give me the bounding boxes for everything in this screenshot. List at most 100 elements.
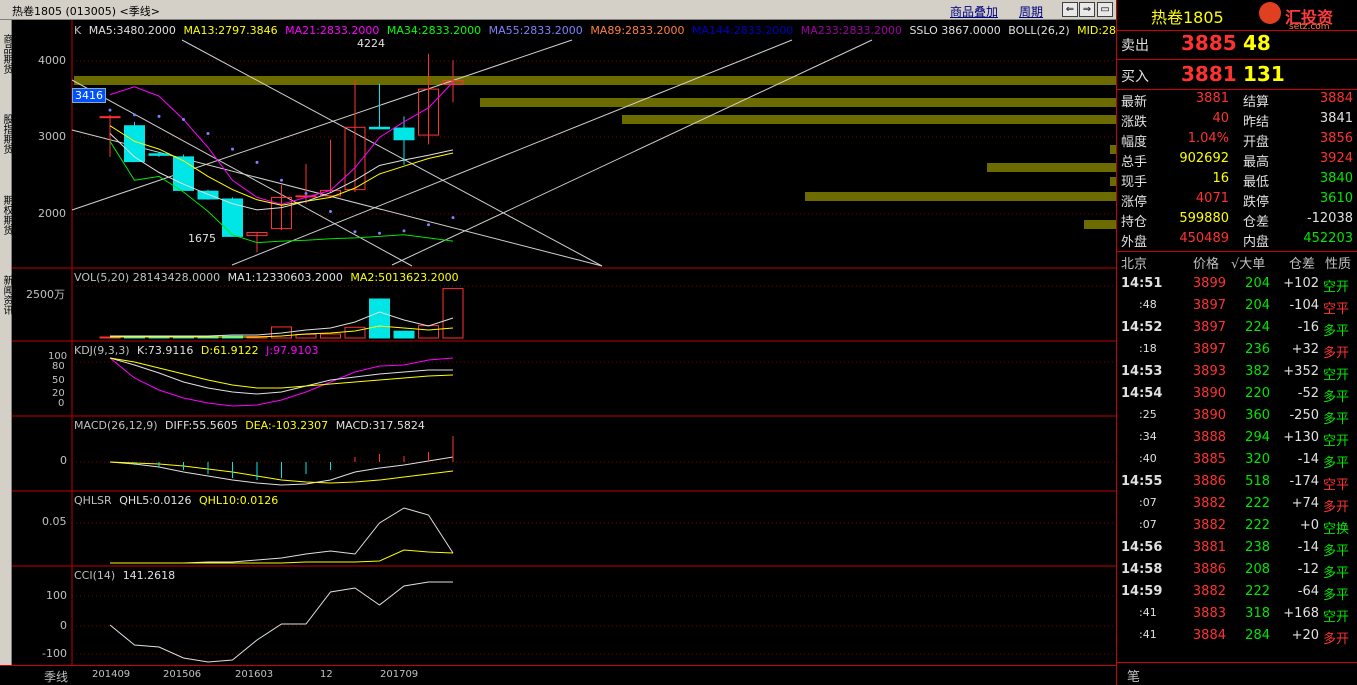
tick-volume: 238 (1245, 540, 1270, 555)
x-tick: 12 (320, 669, 333, 680)
tick-nature: 多开 (1323, 500, 1350, 515)
tick-nature: 多平 (1323, 566, 1350, 581)
tick-price: 3885 (1192, 452, 1226, 467)
x-tick: 201709 (380, 669, 419, 680)
tick-time: :34 (1139, 430, 1157, 443)
tick-col-time: 北京 (1121, 257, 1148, 272)
qhlsr-label: QHLSR (74, 494, 112, 507)
window-icon[interactable]: ▭ (1097, 2, 1113, 17)
volume-bar (393, 330, 415, 339)
legend-ma144: MA144:2833.2000 (692, 24, 794, 37)
qhlsr-legend: QHLSR QHL5:0.0126 QHL10:0.0126 (74, 494, 282, 507)
tab-commodity-futures[interactable]: 商品期货 (0, 24, 12, 84)
legend-ma13: MA13:2797.3846 (183, 24, 278, 37)
kdj-j-line (109, 357, 454, 407)
qhlsr-q10: QHL10:0.0126 (198, 494, 279, 507)
tick-price: 3882 (1192, 584, 1226, 599)
stat-value: 3924 (1319, 151, 1353, 166)
tick-oi-change: +352 (1283, 364, 1319, 379)
tab-news[interactable]: 新闻资讯 (0, 260, 12, 330)
candle-body (148, 153, 170, 156)
trend-line (71, 129, 603, 267)
footer-label[interactable]: 笔 (1127, 666, 1140, 685)
chart-area[interactable]: K MA5:3480.2000 MA13:2797.3846 MA21:2833… (12, 20, 1130, 665)
cci-tick-0: 0 (60, 619, 67, 632)
legend-ma21: MA21:2833.2000 (285, 24, 380, 37)
qhlsr-q10-line (110, 549, 454, 564)
stat-label: 涨跌 (1121, 115, 1148, 130)
candle-body (222, 198, 243, 237)
macd-label: MACD(26,12,9) (74, 419, 158, 432)
legend-boll: BOLL(26,2) (1008, 24, 1070, 37)
tick-volume: 318 (1245, 606, 1270, 621)
tick-oi-change: -250 (1289, 408, 1319, 423)
tab-options-futures[interactable]: 期权期货 (0, 180, 12, 250)
legend-k: K (74, 24, 82, 37)
x-axis-label[interactable]: 季线 (44, 668, 68, 685)
indicator-lines (109, 311, 454, 663)
stat-value: 16 (1212, 171, 1229, 186)
stat-value: 1.04% (1187, 131, 1229, 146)
kdj-label: KDJ(9,3,3) (74, 344, 130, 357)
legend-ma5: MA5:3480.2000 (88, 24, 176, 37)
stat-value: -12038 (1306, 211, 1353, 226)
stat-label: 最低 (1243, 175, 1270, 190)
tick-oi-change: -12 (1297, 562, 1319, 577)
sar-dot (451, 216, 455, 220)
sar-dot (329, 209, 332, 213)
tick-time: :48 (1139, 298, 1157, 311)
tick-nature: 空平 (1323, 478, 1350, 493)
stat-value: 3884 (1319, 91, 1353, 106)
tick-time: 14:56 (1121, 540, 1163, 555)
kdj-tick-80: 80 (52, 361, 65, 372)
main-legend: K MA5:3480.2000 MA13:2797.3846 MA21:2833… (74, 24, 1134, 37)
stat-label: 持仓 (1121, 215, 1148, 230)
contract-title: 热卷1805 (1151, 8, 1224, 27)
tick-oi-change: +74 (1291, 496, 1319, 511)
period-link[interactable]: 周期 (1019, 3, 1043, 20)
stat-label: 最高 (1243, 155, 1270, 170)
tick-nature: 空换 (1323, 522, 1350, 537)
tick-volume: 284 (1245, 628, 1270, 643)
x-tick: 201603 (235, 669, 274, 680)
price-tick-3000: 3000 (38, 130, 66, 143)
legend-sslo: SSLO 3867.0000 (909, 24, 1001, 37)
stat-label: 总手 (1121, 155, 1148, 170)
cci-value: 141.2618 (122, 569, 176, 582)
tick-price: 3884 (1192, 628, 1226, 643)
tick-price: 3882 (1192, 496, 1226, 511)
tick-time: 14:55 (1121, 474, 1163, 489)
cci-legend: CCI(14) 141.2618 (74, 569, 179, 582)
stat-label: 现手 (1121, 175, 1148, 190)
stat-value: 3841 (1319, 111, 1353, 126)
stat-label: 仓差 (1243, 215, 1270, 230)
tick-time: 14:51 (1121, 276, 1163, 291)
candle-body (369, 126, 390, 130)
prev-arrow-icon[interactable]: ⇐ (1062, 2, 1078, 17)
tick-time: :07 (1139, 518, 1157, 531)
kdj-d-line (109, 357, 454, 389)
stat-label: 内盘 (1243, 235, 1270, 250)
tick-oi-change: +168 (1283, 606, 1319, 621)
stat-value: 40 (1212, 111, 1229, 126)
candle-body (197, 190, 219, 200)
stat-label: 外盘 (1121, 235, 1148, 250)
vol-axis: 2500万 (26, 288, 65, 301)
price-tick-4000: 4000 (38, 54, 66, 67)
sar-dot (402, 229, 406, 233)
tick-nature: 空开 (1323, 610, 1350, 625)
kdj-k: K:73.9116 (137, 344, 194, 357)
tick-volume: 222 (1245, 584, 1270, 599)
tab-index-futures[interactable]: 股指期货 (0, 100, 12, 168)
qhlsr-axis: 0.05 (42, 515, 67, 528)
buy-price: 3881 (1181, 62, 1237, 86)
vol-legend: VOL(5,20) 28143428.0000 MA1:12330603.200… (74, 271, 463, 284)
stat-value: 3856 (1319, 131, 1353, 146)
sar-dot (427, 223, 430, 227)
stat-value: 3610 (1319, 191, 1353, 206)
next-arrow-icon[interactable]: ⇒ (1079, 2, 1095, 17)
overlay-link[interactable]: 商品叠加 (950, 3, 998, 20)
stat-label: 结算 (1243, 95, 1270, 110)
legend-ma233: MA233:2833.2000 (800, 24, 902, 37)
tick-nature: 空平 (1323, 302, 1350, 317)
